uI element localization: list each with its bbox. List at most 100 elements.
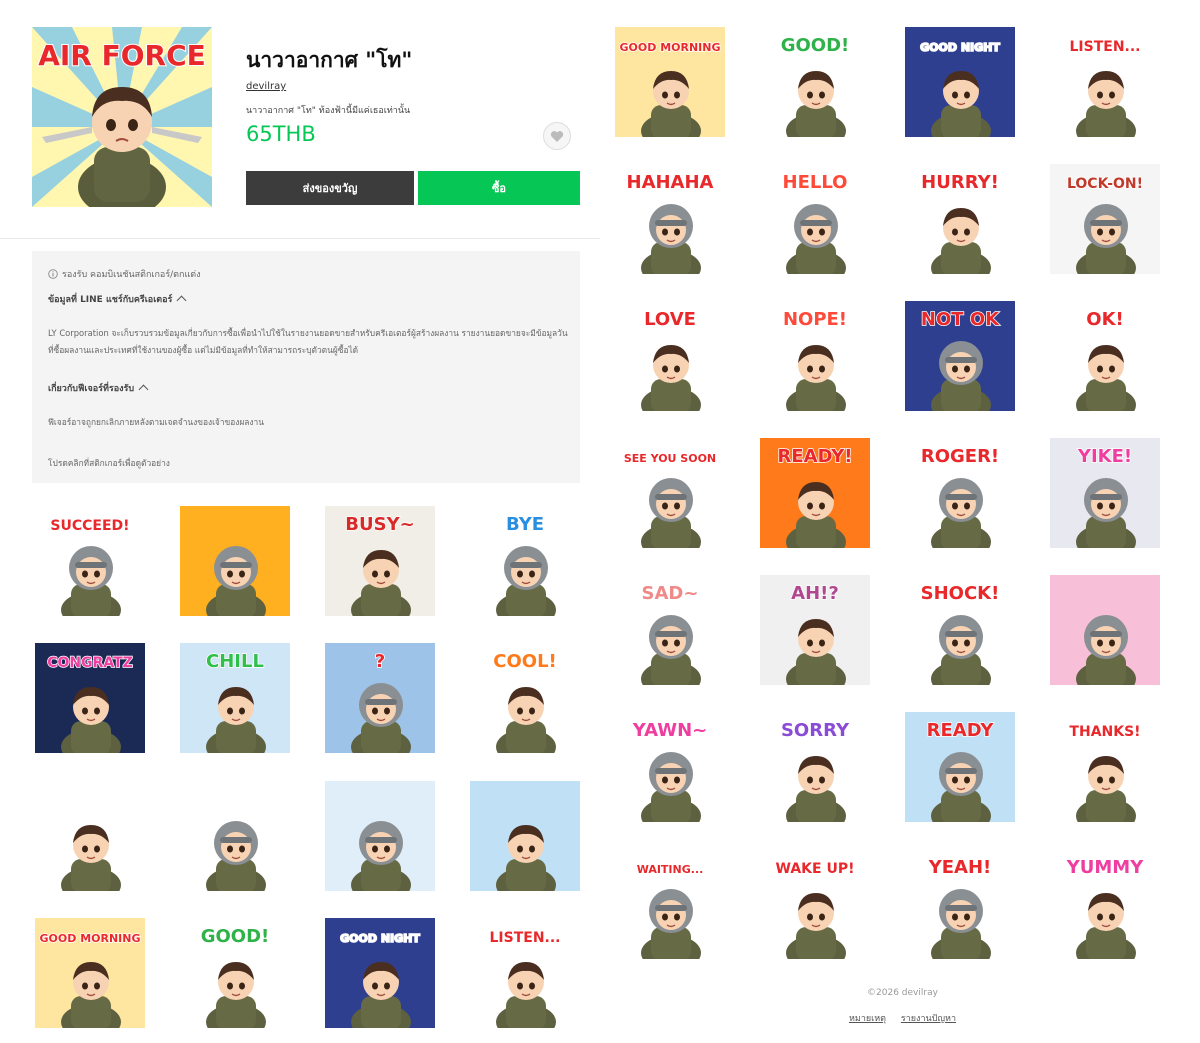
preview-sticker[interactable]: SUCCEED! <box>35 506 145 616</box>
preview-sticker[interactable]: LISTEN... <box>470 918 580 1028</box>
gallery-sticker[interactable]: GOOD! <box>760 27 870 137</box>
gallery-sticker[interactable]: YIKE! <box>1050 438 1160 548</box>
sticker-text: LOCK-ON! <box>1067 176 1143 192</box>
preview-sticker[interactable]: COOL! <box>470 643 580 753</box>
features-text: ฟีเจอร์อาจถูกยกเลิกภายหลังตามเจตจำนงของเ… <box>48 417 264 427</box>
preview-sticker[interactable]: CHILL <box>180 643 290 753</box>
chevron-up-icon <box>138 384 149 395</box>
sticker-text: YAWN~ <box>632 720 707 741</box>
gallery-sticker[interactable]: SORRY <box>760 712 870 822</box>
preview-sticker[interactable]: BUSY~ <box>325 506 435 616</box>
preview-sticker[interactable] <box>325 781 435 891</box>
gallery-sticker[interactable]: SEE YOU SOON <box>615 438 725 548</box>
preview-sticker[interactable]: GOOD! <box>180 918 290 1028</box>
sticker-text: YEAH! <box>928 857 992 878</box>
preview-sticker[interactable]: ? <box>325 643 435 753</box>
gallery-sticker[interactable]: LOCK-ON! <box>1050 164 1160 274</box>
features-heading[interactable]: เกี่ยวกับฟีเจอร์ที่รองรับ <box>48 381 149 395</box>
gallery-sticker[interactable]: YEAH! <box>905 849 1015 959</box>
data-sharing-text: LY Corporation จะเก็บรวบรวมข้อมูลเกี่ยวก… <box>48 328 568 355</box>
gallery-sticker[interactable]: GOOD NIGHT <box>905 27 1015 137</box>
sticker-text: BYE <box>506 514 544 535</box>
buy-button[interactable]: ซื้อ <box>418 171 580 205</box>
gallery-sticker[interactable]: NOT OK <box>905 301 1015 411</box>
gallery-sticker[interactable]: HAHAHA <box>615 164 725 274</box>
price: 65THB <box>246 122 316 146</box>
sticker-text: SEE YOU SOON <box>624 452 716 465</box>
preview-sticker[interactable]: GOOD MORNING <box>35 918 145 1028</box>
sticker-text: COOL! <box>493 651 557 672</box>
gallery-sticker[interactable]: WAITING... <box>615 849 725 959</box>
gallery-sticker[interactable]: GOOD MORNING <box>615 27 725 137</box>
gallery-sticker[interactable]: WAKE UP! <box>760 849 870 959</box>
report-link[interactable]: รายงานปัญหา <box>901 1014 956 1024</box>
data-sharing-heading-label: ข้อมูลที่ LINE แชร์กับครีเอเตอร์ <box>48 295 173 305</box>
gallery-sticker[interactable]: NOPE! <box>760 301 870 411</box>
sticker-text: BUSY~ <box>345 514 414 535</box>
preview-sticker[interactable] <box>180 506 290 616</box>
gallery-sticker[interactable]: YAWN~ <box>615 712 725 822</box>
gift-button[interactable]: ส่งของขวัญ <box>246 171 414 205</box>
gallery-sticker[interactable]: AH!? <box>760 575 870 685</box>
sticker-text: SHOCK! <box>921 583 1000 604</box>
copyright: ©2026 devilray <box>867 988 938 998</box>
gallery-sticker[interactable]: SHOCK! <box>905 575 1015 685</box>
heart-icon <box>550 130 564 142</box>
chevron-up-icon <box>176 295 187 306</box>
data-sharing-heading[interactable]: ข้อมูลที่ LINE แชร์กับครีเอเตอร์ <box>48 292 187 306</box>
gallery-sticker[interactable]: SAD~ <box>615 575 725 685</box>
sticker-text: CHILL <box>206 651 264 672</box>
gallery-sticker[interactable]: READY! <box>760 438 870 548</box>
gallery-sticker[interactable]: READY <box>905 712 1015 822</box>
preview-sticker[interactable]: CONGRATZ <box>35 643 145 753</box>
sticker-text: NOT OK <box>921 309 1000 330</box>
sticker-text: SAD~ <box>642 583 699 604</box>
support-text: รองรับ คอมบิเนชันสติกเกอร์/ตกแต่ง <box>62 270 201 280</box>
sticker-text: AH!? <box>791 583 839 604</box>
gallery-sticker[interactable]: THANKS! <box>1050 712 1160 822</box>
sticker-text: CONGRATZ <box>47 655 133 671</box>
sticker-text: THANKS! <box>1069 724 1140 740</box>
preview-sticker[interactable] <box>180 781 290 891</box>
preview-sticker[interactable] <box>470 781 580 891</box>
sticker-text: NOPE! <box>783 309 847 330</box>
divider <box>0 238 600 239</box>
notes-link[interactable]: หมายเหตุ <box>849 1014 886 1024</box>
sticker-text: GOOD NIGHT <box>340 932 420 945</box>
sticker-text: LOVE <box>644 309 696 330</box>
gallery-sticker[interactable]: HURRY! <box>905 164 1015 274</box>
sticker-text: HELLO <box>783 172 848 193</box>
gallery-sticker[interactable]: LOVE <box>615 301 725 411</box>
features-heading-label: เกี่ยวกับฟีเจอร์ที่รองรับ <box>48 384 135 394</box>
sticker-description: นาวาอากาศ "โท" ท้องฟ้านี้มีแค่เธอเท่านั้… <box>246 106 411 116</box>
gallery-sticker[interactable]: YUMMY <box>1050 849 1160 959</box>
footer-links: หมายเหตุ รายงานปัญหา <box>615 1011 1190 1025</box>
preview-hint: โปรดคลิกที่สติกเกอร์เพื่อดูตัวอย่าง <box>48 458 170 468</box>
sticker-text: READY <box>927 720 995 741</box>
gallery-sticker[interactable]: HELLO <box>760 164 870 274</box>
sticker-text: LISTEN... <box>490 930 561 946</box>
gallery-sticker[interactable]: ROGER! <box>905 438 1015 548</box>
sticker-text: READY! <box>778 446 853 467</box>
favorite-button[interactable] <box>543 122 571 150</box>
sticker-text: OK! <box>1086 309 1123 330</box>
sticker-text: HAHAHA <box>627 172 714 193</box>
preview-sticker[interactable]: BYE <box>470 506 580 616</box>
gallery-sticker[interactable] <box>1050 575 1160 685</box>
info-icon <box>48 269 58 279</box>
preview-sticker[interactable] <box>35 781 145 891</box>
gallery-sticker[interactable]: LISTEN... <box>1050 27 1160 137</box>
sticker-text: YUMMY <box>1066 857 1144 878</box>
sticker-text: SORRY <box>781 720 850 741</box>
sticker-text: WAKE UP! <box>776 861 855 877</box>
sticker-text: SUCCEED! <box>50 518 129 534</box>
gallery-sticker[interactable]: OK! <box>1050 301 1160 411</box>
author-link[interactable]: devilray <box>246 81 286 92</box>
sticker-text: YIKE! <box>1077 446 1132 467</box>
sticker-title: นาวาอากาศ "โท" <box>246 48 413 72</box>
preview-sticker[interactable]: GOOD NIGHT <box>325 918 435 1028</box>
main-sticker-image: AIR FORCE <box>32 27 212 207</box>
sticker-text: ROGER! <box>921 446 999 467</box>
sticker-text: HURRY! <box>921 172 999 193</box>
sticker-text: GOOD NIGHT <box>920 41 1000 54</box>
